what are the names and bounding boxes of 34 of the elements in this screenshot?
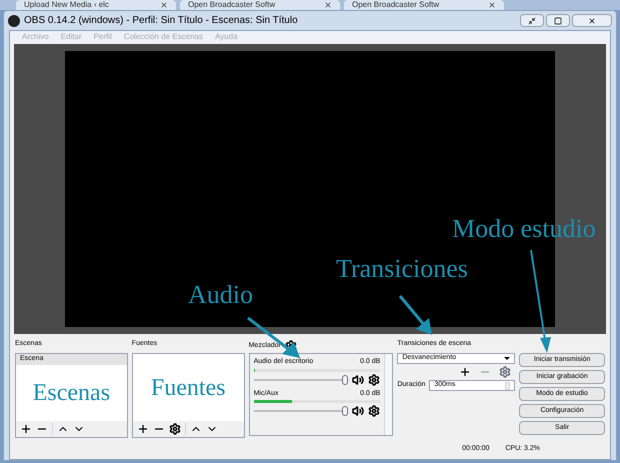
add-icon[interactable] — [459, 366, 472, 378]
add-icon[interactable] — [136, 423, 149, 435]
close-icon[interactable] — [324, 1, 332, 9]
minimize-icon — [528, 16, 536, 24]
maximize-button[interactable] — [546, 14, 570, 27]
annotation-arrow — [247, 316, 300, 358]
browser-tab[interactable]: Open Broadcaster Softw — [344, 0, 504, 10]
browser-tab[interactable]: Open Broadcaster Softw — [180, 0, 340, 10]
spin-arrows-icon — [505, 382, 510, 390]
volume-slider[interactable] — [254, 406, 348, 416]
gear-icon[interactable] — [368, 405, 380, 417]
dropdown-arrow-icon — [504, 357, 510, 360]
maximize-icon — [554, 16, 562, 24]
slider-thumb[interactable] — [342, 374, 348, 384]
add-icon[interactable] — [20, 423, 32, 435]
speaker-icon[interactable] — [352, 374, 364, 386]
volume-slider[interactable] — [254, 374, 348, 384]
gear-icon[interactable] — [168, 423, 181, 435]
browser-tab[interactable]: Upload New Media ‹ elc — [16, 0, 176, 10]
scrollbar[interactable] — [384, 354, 392, 435]
speaker-icon[interactable] — [352, 405, 364, 417]
close-icon[interactable] — [488, 1, 496, 9]
window-title: OBS 0.14.2 (windows) - Perfil: Sin Título - Escenas: Sin Título — [24, 14, 298, 28]
gear-icon[interactable] — [368, 374, 380, 386]
annotation-label: Fuentes — [150, 374, 226, 402]
close-icon[interactable] — [160, 1, 168, 9]
annotation-label: Transiciones — [336, 256, 468, 282]
annotation-label: Audio — [188, 282, 253, 308]
minimize-button[interactable] — [520, 14, 544, 27]
app-logo-icon — [8, 14, 20, 26]
annotation-arrow — [398, 295, 432, 335]
slider-thumb[interactable] — [342, 406, 348, 416]
annotation-label: Escenas — [32, 379, 110, 408]
close-icon — [588, 16, 596, 24]
